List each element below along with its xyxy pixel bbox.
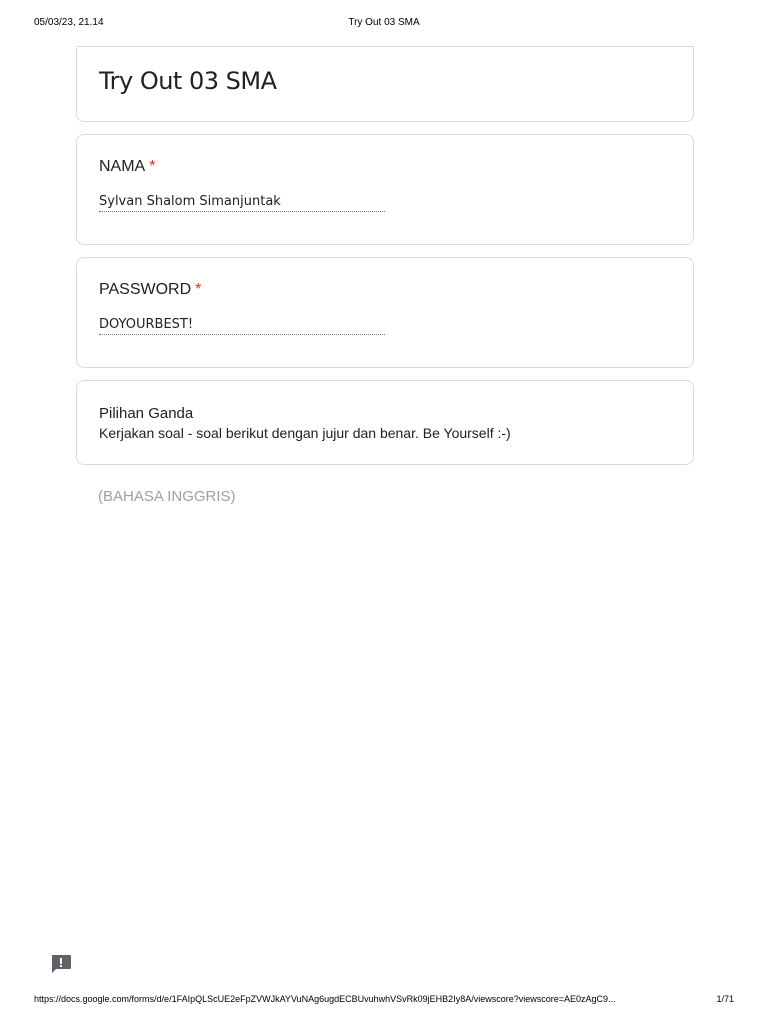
answer-field-password[interactable]: DOYOURBEST! (99, 317, 385, 335)
required-mark: * (149, 158, 156, 175)
page-number: 1/71 (716, 994, 734, 1004)
question-card-password: PASSWORD * DOYOURBEST! (76, 257, 694, 368)
feedback-icon-graphic (52, 955, 71, 973)
question-label: PASSWORD * (99, 281, 201, 299)
form-title: Try Out 03 SMA (99, 67, 277, 95)
feedback-icon[interactable] (50, 954, 72, 974)
required-mark: * (195, 281, 202, 298)
question-label-text: PASSWORD (99, 281, 192, 298)
section-card: Pilihan Ganda Kerjakan soal - soal berik… (76, 380, 694, 465)
subsection-label: (BAHASA INGGRIS) (98, 488, 236, 505)
print-title: Try Out 03 SMA (348, 17, 420, 28)
question-label: NAMA * (99, 158, 155, 176)
section-title: Pilihan Ganda (99, 405, 194, 422)
question-label-text: NAMA (99, 158, 146, 175)
print-header: 05/03/23, 21.14 Try Out 03 SMA (34, 17, 734, 31)
answer-field-nama[interactable]: Sylvan Shalom Simanjuntak (99, 194, 385, 212)
print-footer: https://docs.google.com/forms/d/e/1FAIpQ… (34, 994, 734, 1006)
section-description: Kerjakan soal - soal berikut dengan juju… (99, 425, 511, 441)
form-title-card: Try Out 03 SMA (76, 46, 694, 122)
page-url: https://docs.google.com/forms/d/e/1FAIpQ… (34, 994, 616, 1004)
question-card-nama: NAMA * Sylvan Shalom Simanjuntak (76, 134, 694, 245)
